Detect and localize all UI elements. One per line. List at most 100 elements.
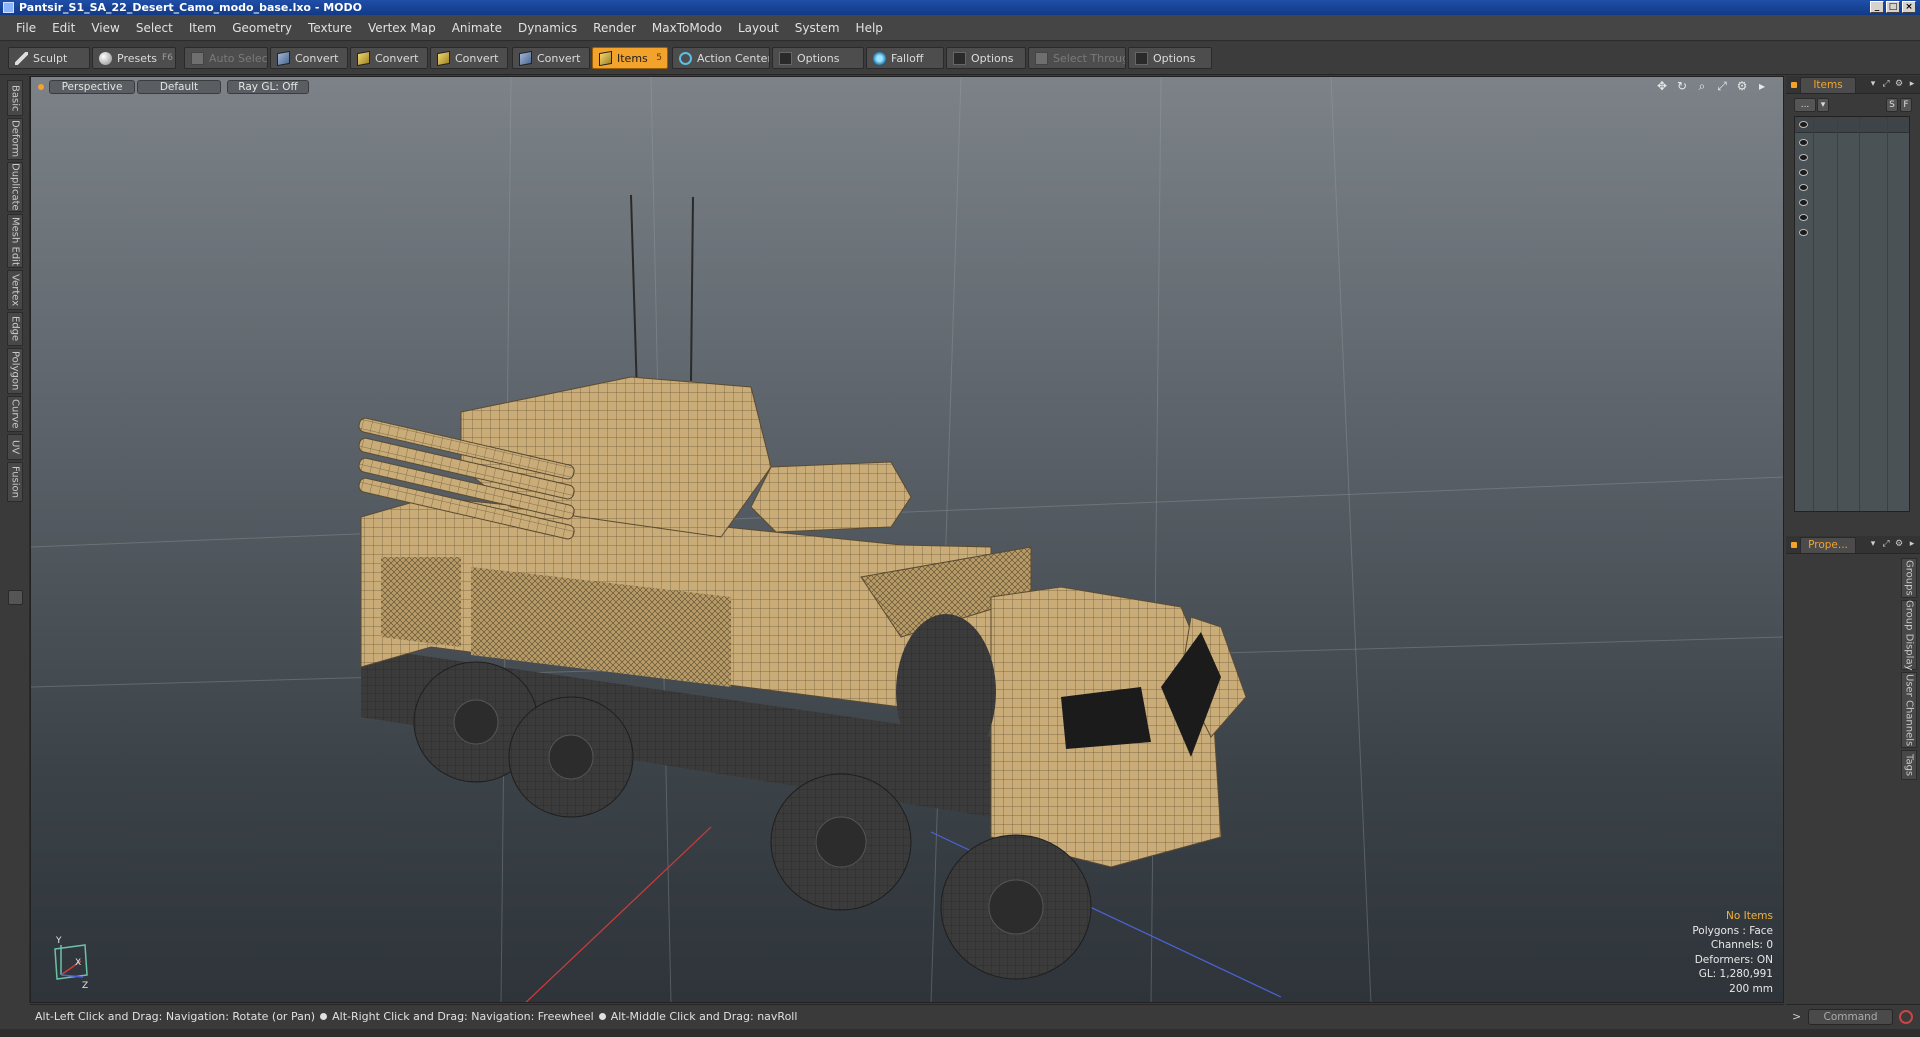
pan-icon[interactable]: ✥ bbox=[1655, 79, 1669, 93]
status-separator-icon bbox=[320, 1013, 328, 1020]
items-s-button[interactable]: S bbox=[1886, 98, 1898, 112]
info-items: No Items bbox=[1726, 910, 1773, 922]
chevron-down-icon[interactable]: ▾ bbox=[1868, 78, 1878, 90]
menu-help[interactable]: Help bbox=[848, 21, 891, 35]
chevron-right-icon[interactable]: ▸ bbox=[1755, 79, 1769, 93]
convert-button-3[interactable]: Convert bbox=[430, 47, 508, 69]
tab-uv[interactable]: UV bbox=[7, 434, 23, 460]
gear-icon[interactable]: ⚙ bbox=[1894, 538, 1904, 550]
gear-icon[interactable]: ⚙ bbox=[1735, 79, 1749, 93]
window-controls: _ □ × bbox=[1870, 1, 1916, 13]
tab-duplicate[interactable]: Duplicate bbox=[7, 162, 23, 212]
command-input[interactable]: Command bbox=[1808, 1009, 1893, 1025]
tab-properties[interactable]: Prope... bbox=[1800, 537, 1856, 553]
3d-viewport[interactable]: Y X Z Perspective Default Ray GL: Off ✥ … bbox=[30, 76, 1784, 1003]
panel-tab-icons: ▾ ⤢ ⚙ ▸ bbox=[1868, 538, 1917, 550]
menu-animate[interactable]: Animate bbox=[444, 21, 510, 35]
gear-icon[interactable]: ⚙ bbox=[1894, 78, 1904, 90]
command-chevron-icon[interactable]: > bbox=[1792, 1010, 1801, 1023]
falloff-icon bbox=[873, 51, 886, 65]
tab-polygon[interactable]: Polygon bbox=[7, 348, 23, 394]
close-button[interactable]: × bbox=[1902, 1, 1916, 13]
visibility-eye-icon[interactable] bbox=[1799, 169, 1808, 176]
auto-select-button[interactable]: Auto Select bbox=[184, 47, 268, 69]
menu-vertex-map[interactable]: Vertex Map bbox=[360, 21, 444, 35]
view-type-dropdown[interactable]: Perspective bbox=[49, 80, 135, 94]
options-button-1[interactable]: Options bbox=[772, 47, 864, 69]
convert-button-4[interactable]: Convert bbox=[512, 47, 590, 69]
menu-item[interactable]: Item bbox=[181, 21, 224, 35]
menu-system[interactable]: System bbox=[787, 21, 848, 35]
chevron-right-icon[interactable]: ▸ bbox=[1907, 538, 1917, 550]
tab-groups[interactable]: Groups bbox=[1901, 558, 1917, 598]
items-mode-button[interactable]: Items 5 bbox=[592, 47, 668, 69]
visibility-eye-icon[interactable] bbox=[1799, 154, 1808, 161]
items-label: Items bbox=[617, 51, 648, 65]
tab-deform[interactable]: Deform bbox=[7, 118, 23, 160]
convert-button-2[interactable]: Convert bbox=[350, 47, 428, 69]
item-list-column bbox=[1837, 117, 1838, 511]
info-scale: 200 mm bbox=[1729, 982, 1773, 995]
visibility-eye-icon[interactable] bbox=[1799, 229, 1808, 236]
raygl-dropdown[interactable]: Ray GL: Off bbox=[227, 80, 309, 94]
item-list-column bbox=[1887, 117, 1888, 511]
menu-select[interactable]: Select bbox=[128, 21, 181, 35]
falloff-button[interactable]: Falloff bbox=[866, 47, 944, 69]
visibility-eye-icon[interactable] bbox=[1799, 214, 1808, 221]
item-list[interactable] bbox=[1794, 116, 1910, 512]
tab-fusion[interactable]: Fusion bbox=[7, 462, 23, 502]
item-list-column bbox=[1859, 117, 1860, 511]
panel-menu-dot[interactable] bbox=[1791, 82, 1797, 88]
menu-render[interactable]: Render bbox=[585, 21, 644, 35]
action-center-button[interactable]: Action Center bbox=[672, 47, 770, 69]
tab-group-display[interactable]: Group Display bbox=[1901, 600, 1917, 670]
right-panel: Items ▾ ⤢ ⚙ ▸ ... ▾ S F Prope... ▾ ⤢ ⚙ ▸ bbox=[1786, 76, 1920, 1003]
rotate-icon[interactable]: ↻ bbox=[1675, 79, 1689, 93]
presets-button[interactable]: Presets F6 bbox=[92, 47, 176, 69]
panel-menu-dot[interactable] bbox=[1791, 542, 1797, 548]
maximize-button[interactable]: □ bbox=[1886, 1, 1900, 13]
tab-curve[interactable]: Curve bbox=[7, 396, 23, 432]
visibility-eye-icon[interactable] bbox=[1799, 199, 1808, 206]
status-bar: Alt-Left Click and Drag: Navigation: Rot… bbox=[30, 1004, 1784, 1028]
visibility-eye-icon[interactable] bbox=[1799, 139, 1808, 146]
menu-geometry[interactable]: Geometry bbox=[224, 21, 300, 35]
menu-layout[interactable]: Layout bbox=[730, 21, 787, 35]
convert-button-1[interactable]: Convert bbox=[270, 47, 348, 69]
tab-edge[interactable]: Edge bbox=[7, 312, 23, 346]
tab-items[interactable]: Items bbox=[1800, 77, 1856, 93]
options-button-3[interactable]: Options bbox=[1128, 47, 1212, 69]
menu-file[interactable]: File bbox=[8, 21, 44, 35]
shading-dropdown[interactable]: Default bbox=[137, 80, 221, 94]
expand-icon[interactable]: ⤢ bbox=[1881, 538, 1891, 550]
select-through-button[interactable]: Select Through bbox=[1028, 47, 1126, 69]
viewport-menu-dot[interactable] bbox=[38, 84, 44, 90]
zoom-icon[interactable]: ⌕ bbox=[1695, 79, 1709, 93]
menu-view[interactable]: View bbox=[83, 21, 127, 35]
tab-basic[interactable]: Basic bbox=[7, 80, 23, 116]
convert-cube-icon bbox=[437, 50, 450, 66]
visibility-eye-icon[interactable] bbox=[1799, 184, 1808, 191]
fit-icon[interactable]: ⤢ bbox=[1715, 79, 1729, 93]
tab-vertex[interactable]: Vertex bbox=[7, 270, 23, 310]
tab-mesh-edit[interactable]: Mesh Edit bbox=[7, 214, 23, 268]
items-f-button[interactable]: F bbox=[1900, 98, 1912, 112]
record-macro-icon[interactable] bbox=[1899, 1010, 1913, 1024]
options-button-2[interactable]: Options bbox=[946, 47, 1026, 69]
menu-maxtomodo[interactable]: MaxToModo bbox=[644, 21, 730, 35]
chevron-right-icon[interactable]: ▸ bbox=[1907, 78, 1917, 90]
items-menu-button[interactable]: ... bbox=[1794, 98, 1816, 112]
tab-strip-toggle[interactable] bbox=[8, 590, 23, 605]
tab-user-channels[interactable]: User Channels bbox=[1901, 672, 1917, 748]
items-dropdown-button[interactable]: ▾ bbox=[1817, 98, 1829, 112]
convert-label: Convert bbox=[455, 51, 499, 65]
menu-texture[interactable]: Texture bbox=[300, 21, 360, 35]
minimize-button[interactable]: _ bbox=[1870, 1, 1884, 13]
menu-edit[interactable]: Edit bbox=[44, 21, 83, 35]
expand-icon[interactable]: ⤢ bbox=[1881, 78, 1891, 90]
chevron-down-icon[interactable]: ▾ bbox=[1868, 538, 1878, 550]
menu-dynamics[interactable]: Dynamics bbox=[510, 21, 585, 35]
sculpt-button[interactable]: Sculpt bbox=[8, 47, 90, 69]
tab-tags[interactable]: Tags bbox=[1901, 750, 1917, 780]
truck-model[interactable] bbox=[358, 194, 1247, 980]
